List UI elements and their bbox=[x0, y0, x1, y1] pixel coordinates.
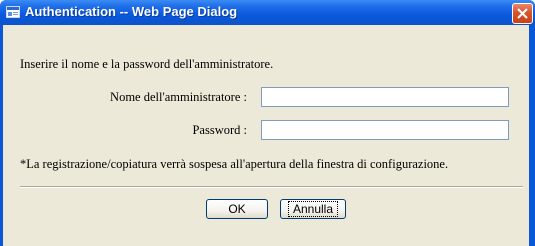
window-title: Authentication -- Web Page Dialog bbox=[25, 4, 238, 19]
admin-name-label: Nome dell'amministratore : bbox=[110, 90, 247, 104]
close-icon bbox=[517, 8, 528, 19]
dialog-window: Authentication -- Web Page Dialog Inseri… bbox=[0, 0, 535, 246]
divider bbox=[20, 186, 523, 188]
web-page-dialog-icon bbox=[6, 6, 20, 18]
cancel-button[interactable]: Annulla bbox=[280, 199, 346, 219]
cancel-button-label: Annulla bbox=[287, 201, 339, 217]
password-input[interactable] bbox=[261, 120, 509, 140]
ok-button[interactable]: OK bbox=[206, 199, 268, 219]
admin-name-input[interactable] bbox=[261, 87, 509, 107]
dialog-body: Inserire il nome e la password dell'ammi… bbox=[3, 25, 529, 246]
intro-text: Inserire il nome e la password dell'ammi… bbox=[20, 57, 274, 71]
ok-button-label: OK bbox=[228, 202, 246, 216]
close-button[interactable] bbox=[512, 3, 533, 24]
recording-suspension-note: *La registrazione/copiatura verrà sospes… bbox=[20, 157, 449, 171]
title-bar[interactable]: Authentication -- Web Page Dialog bbox=[0, 0, 535, 25]
password-label: Password : bbox=[192, 123, 247, 137]
